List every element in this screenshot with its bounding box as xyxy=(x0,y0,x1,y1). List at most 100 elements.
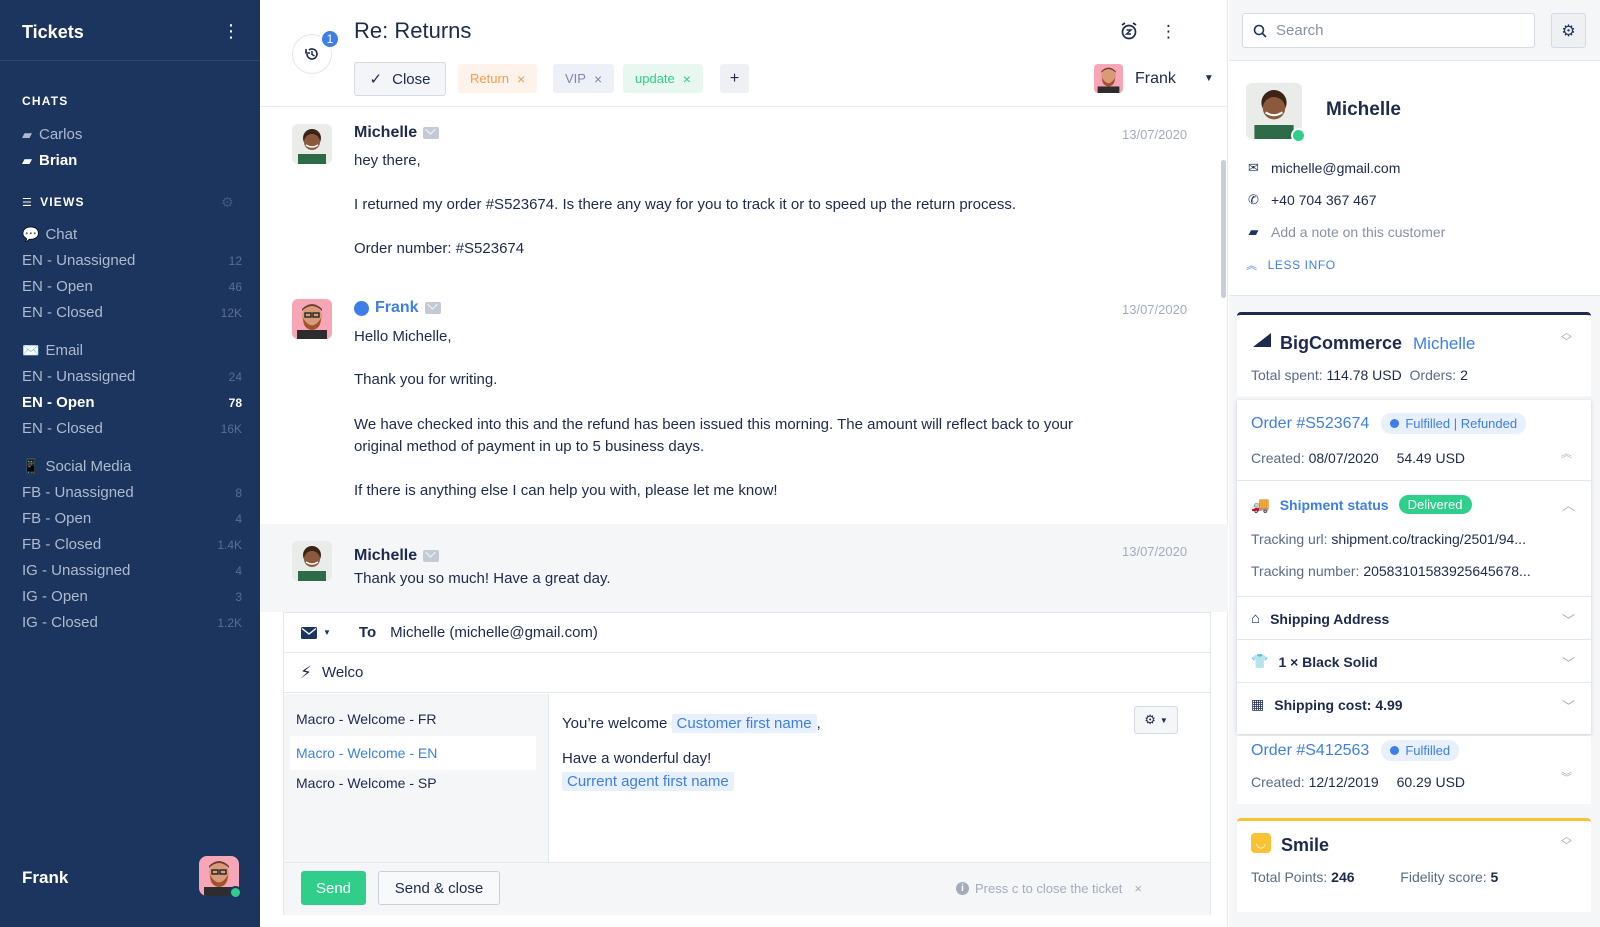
recipient-value[interactable]: Michelle (michelle@gmail.com) xyxy=(390,624,598,641)
macro-item-fr[interactable]: Macro - Welcome - FR xyxy=(290,702,536,736)
status-text: Fulfilled xyxy=(1405,743,1451,758)
close-ticket-button[interactable]: ✓ Close xyxy=(354,62,446,96)
messages-scrollbar[interactable] xyxy=(1221,160,1226,298)
view-label: EN - Closed xyxy=(22,304,103,321)
view-chat-en-open[interactable]: EN - Open 46 xyxy=(22,278,242,295)
line-item-section[interactable]: 👕 1 × Black Solid ﹀ xyxy=(1237,639,1591,682)
chevron-down-icon[interactable]: ﹀ xyxy=(1562,610,1575,629)
order-amount: 54.49 USD xyxy=(1396,450,1466,466)
snooze-icon[interactable] xyxy=(1120,22,1138,45)
expand-collapse-icon[interactable]: ︿ ﹀ xyxy=(1561,328,1572,348)
tracking-url-value[interactable]: shipment.co/tracking/2501/94... xyxy=(1331,531,1526,547)
view-chat-en-closed[interactable]: EN - Closed 12K xyxy=(22,304,242,321)
gear-icon: ⚙ xyxy=(1144,712,1156,727)
variable-chip: Current agent first name xyxy=(562,772,734,791)
view-chat-en-unassigned[interactable]: EN - Unassigned 12 xyxy=(22,252,242,269)
message-date: 13/07/2020 xyxy=(1122,302,1188,317)
order-number-link[interactable]: Order #S523674 xyxy=(1251,415,1369,433)
preview-line-3: Current agent first name xyxy=(562,771,734,793)
view-count: 12K xyxy=(220,305,242,320)
checkmark-icon: ✓ xyxy=(369,71,383,88)
channel-selector[interactable]: ▼ xyxy=(301,626,331,639)
view-email-en-unassigned[interactable]: EN - Unassigned 24 xyxy=(22,368,242,385)
assignee-dropdown[interactable]: Frank ▼ xyxy=(1094,64,1214,93)
send-and-close-button[interactable]: Send & close xyxy=(378,871,500,905)
order-card-2: Order #S412563 Fulfilled Created: 12/12/… xyxy=(1237,736,1591,804)
chat-item-carlos[interactable]: ▰ Carlos xyxy=(22,126,82,143)
macro-preview[interactable]: You’re welcome Customer first name, Have… xyxy=(550,694,1184,862)
macro-settings-button[interactable]: ⚙ ▼ xyxy=(1134,706,1178,734)
expand-collapse-icon[interactable]: ︿ ﹀ xyxy=(1561,832,1572,852)
view-ig-unassigned[interactable]: IG - Unassigned 4 xyxy=(22,562,242,579)
customer-email-row[interactable]: ✉ michelle@gmail.com xyxy=(1246,160,1400,176)
remove-tag-icon[interactable]: × xyxy=(517,71,525,87)
status-text: Fulfilled | Refunded xyxy=(1405,416,1518,431)
bigcommerce-logo-icon xyxy=(1253,333,1271,347)
add-tag-button[interactable]: + xyxy=(720,64,749,93)
view-fb-closed[interactable]: FB - Closed 1.4K xyxy=(22,536,242,553)
view-fb-open[interactable]: FB - Open 4 xyxy=(22,510,242,527)
view-ig-closed[interactable]: IG - Closed 1.2K xyxy=(22,614,242,631)
line-item-label: 1 × Black Solid xyxy=(1278,653,1378,670)
search-input[interactable] xyxy=(1276,22,1516,39)
email-channel-icon xyxy=(423,550,440,562)
ticket-menu-icon[interactable]: ⋮ xyxy=(1160,22,1177,42)
views-settings-icon[interactable]: ⚙ xyxy=(221,194,234,211)
integration-name: Smile xyxy=(1281,835,1330,855)
message-line: original method of payment in up to 5 bu… xyxy=(354,438,705,455)
tag-return[interactable]: Return × xyxy=(458,64,538,93)
send-button[interactable]: Send xyxy=(301,871,366,905)
agent-avatar xyxy=(292,299,332,339)
tag-update[interactable]: update × xyxy=(623,64,703,93)
macro-item-en[interactable]: Macro - Welcome - EN xyxy=(290,736,536,770)
customer-phone-row[interactable]: ✆ +40 704 367 467 xyxy=(1246,192,1377,208)
view-count: 16K xyxy=(220,421,242,436)
customer-phone: +40 704 367 467 xyxy=(1271,192,1377,208)
note-icon: ▰ xyxy=(1248,224,1259,239)
view-email-en-closed[interactable]: EN - Closed 16K xyxy=(22,420,242,437)
shipping-address-section[interactable]: ⌂ Shipping Address ﹀ xyxy=(1237,596,1591,639)
view-ig-open[interactable]: IG - Open 3 xyxy=(22,588,242,605)
category-email: ✉️ Email xyxy=(22,342,83,359)
reply-composer: ▼ To Michelle (michelle@gmail.com) ⚡ Mac… xyxy=(283,612,1211,915)
delivered-badge: Delivered xyxy=(1398,495,1472,514)
dismiss-hint-icon[interactable]: × xyxy=(1134,881,1142,896)
shipping-cost-section[interactable]: ▦ Shipping cost: 4.99 ﹀ xyxy=(1237,682,1591,734)
chevron-up-icon[interactable]: ︿ xyxy=(1562,495,1575,514)
order-created-date: 12/12/2019 xyxy=(1308,774,1379,790)
collapse-order-icon[interactable]: ︽ xyxy=(1561,449,1572,460)
stat-label: Total spent: xyxy=(1251,367,1323,383)
view-fb-unassigned[interactable]: FB - Unassigned 8 xyxy=(22,484,242,501)
total-spent-value: 114.78 USD xyxy=(1326,367,1402,383)
smile-logo-icon: ◡ xyxy=(1251,833,1271,853)
macro-search-input[interactable] xyxy=(321,664,722,681)
chat-item-label: Carlos xyxy=(39,126,83,143)
remove-tag-icon[interactable]: × xyxy=(683,71,691,87)
macro-search-row: ⚡ xyxy=(284,653,1210,693)
customer-note-row[interactable]: ▰ Add a note on this customer xyxy=(1246,224,1446,240)
ticket-view: 1 Re: Returns ⋮ ✓ Close Return × VIP × upd… xyxy=(260,0,1228,927)
email-channel-icon xyxy=(424,302,441,314)
settings-button[interactable]: ⚙ xyxy=(1551,13,1586,48)
macro-item-sp[interactable]: Macro - Welcome - SP xyxy=(290,766,536,800)
shipping-cost-header: ▦ Shipping cost: 4.99 xyxy=(1251,696,1403,713)
view-label: IG - Open xyxy=(22,588,88,605)
chat-item-brian[interactable]: ▰ Brian xyxy=(22,152,77,169)
status-dot xyxy=(1390,419,1400,428)
tag-vip[interactable]: VIP × xyxy=(553,64,615,93)
orders-value: 2 xyxy=(1460,367,1468,383)
sidebar-menu-icon[interactable]: ⋮ xyxy=(222,22,240,40)
view-email-en-open[interactable]: EN - Open 78 xyxy=(22,394,242,411)
to-label: To xyxy=(358,624,377,641)
remove-tag-icon[interactable]: × xyxy=(594,71,602,87)
less-info-toggle[interactable]: ︽ LESS INFO xyxy=(1246,257,1336,273)
hint-text: Press c to close the ticket xyxy=(975,881,1123,896)
order-status-badge: Fulfilled | Refunded xyxy=(1381,413,1527,434)
expand-order-icon[interactable]: ︾ xyxy=(1561,773,1572,784)
view-count: 12 xyxy=(228,253,242,268)
integration-customer-link[interactable]: Michelle xyxy=(1413,334,1475,354)
customer-avatar xyxy=(292,541,332,581)
chevron-down-icon[interactable]: ﹀ xyxy=(1562,696,1575,715)
order-number-link[interactable]: Order #S412563 xyxy=(1251,742,1369,760)
chevron-down-icon[interactable]: ﹀ xyxy=(1562,653,1575,672)
